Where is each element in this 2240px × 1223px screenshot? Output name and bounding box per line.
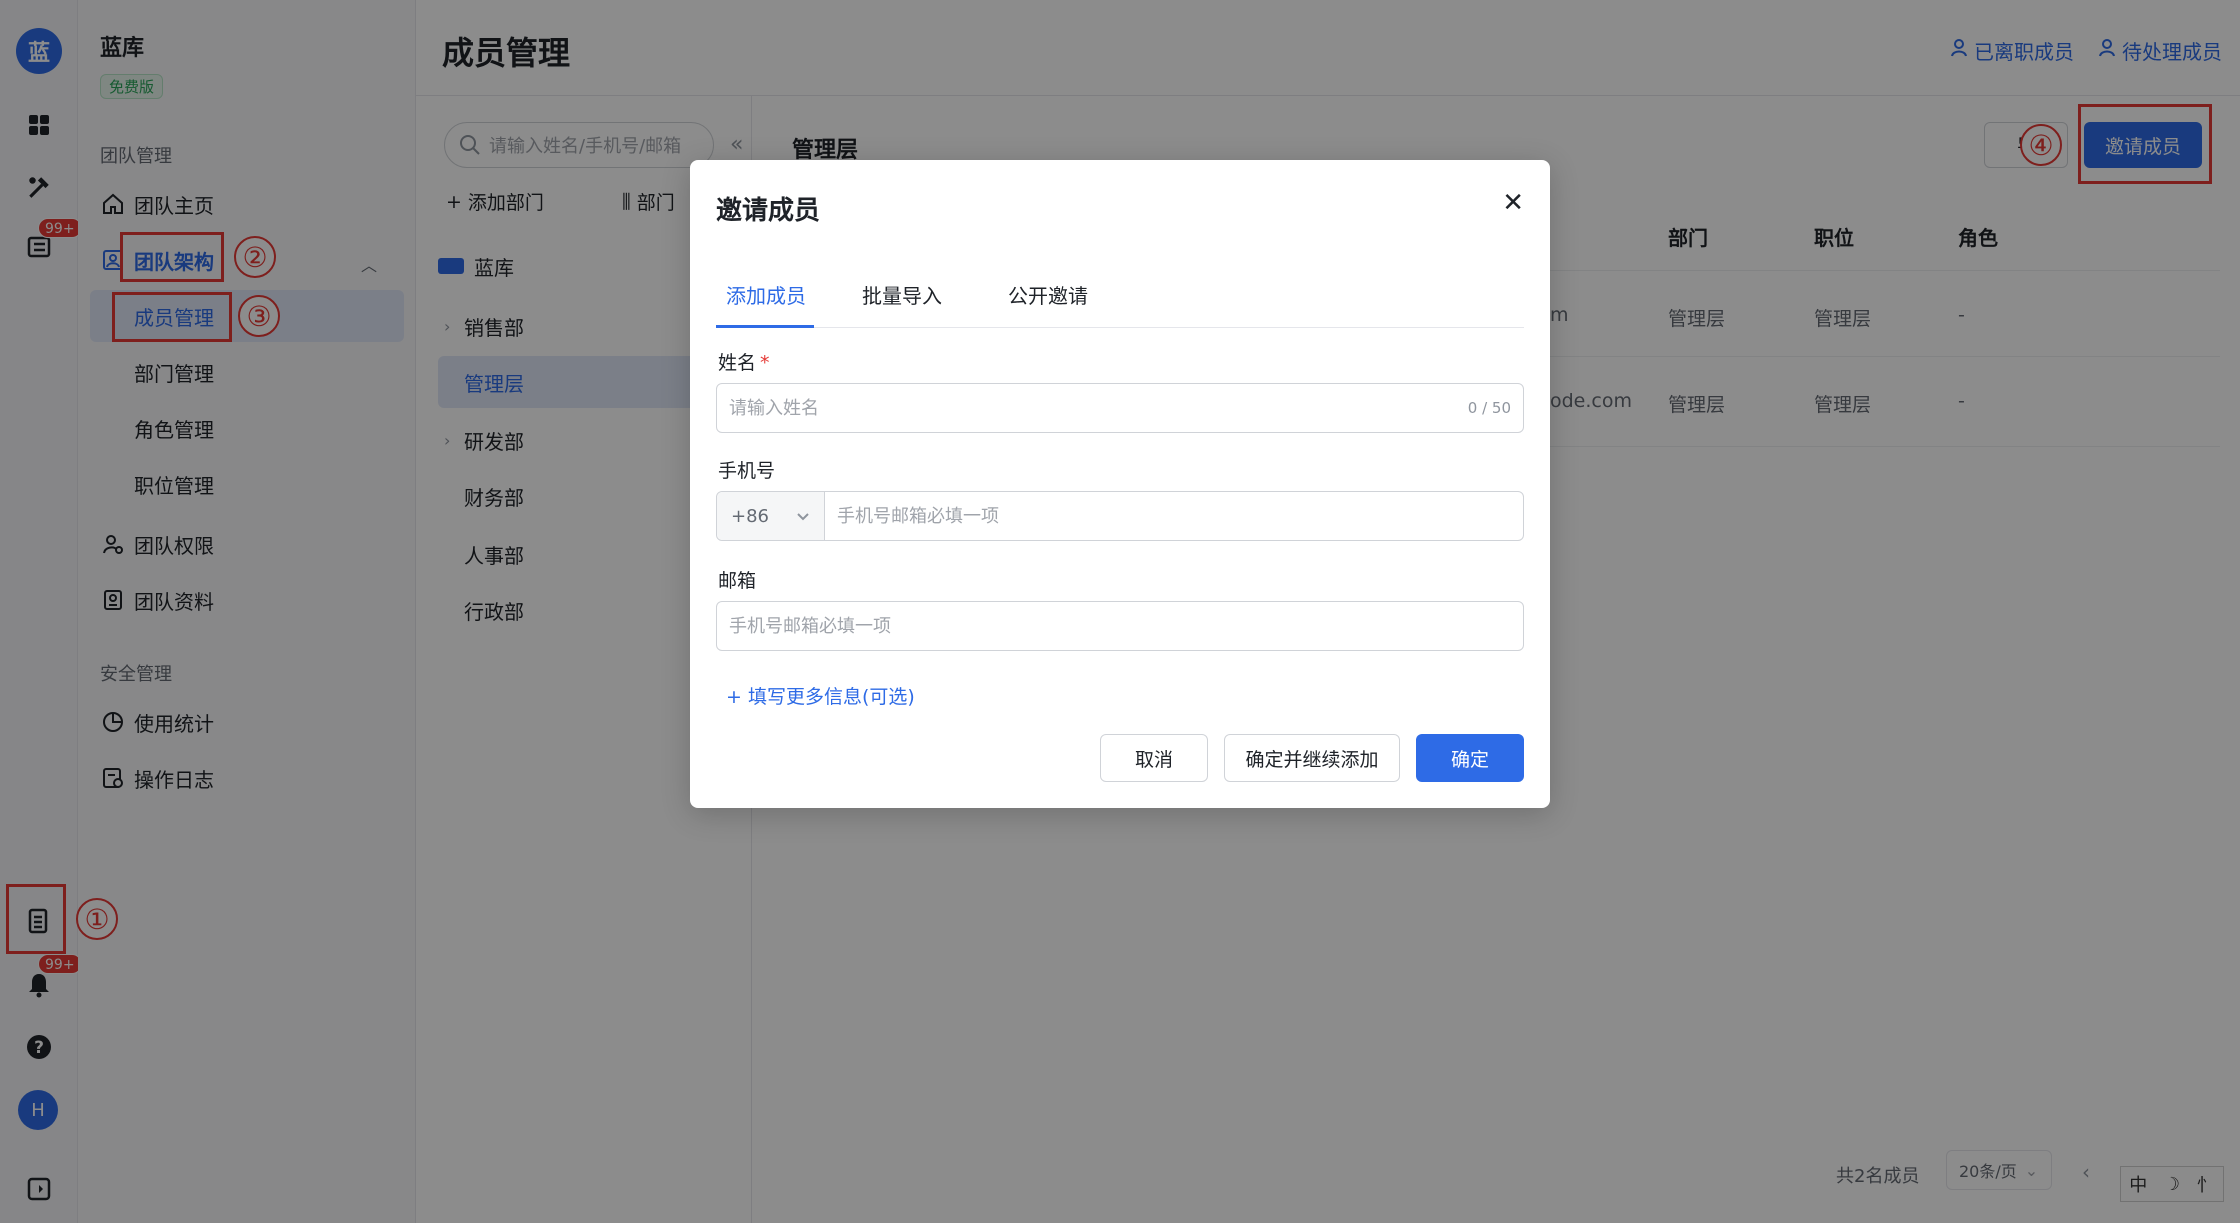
active-tab-indicator [716, 325, 814, 328]
phone-label: 手机号 [718, 460, 776, 482]
tab-batch-import[interactable]: 批量导入 [862, 280, 942, 309]
more-info-link[interactable]: + 填写更多信息(可选) [726, 682, 915, 709]
dialog-title: 邀请成员 [716, 196, 821, 226]
confirm-and-continue-button[interactable]: 确定并继续添加 [1224, 734, 1400, 782]
name-input[interactable] [717, 384, 1468, 432]
email-label: 邮箱 [718, 570, 757, 592]
tab-public-invite[interactable]: 公开邀请 [1008, 280, 1088, 309]
phone-input[interactable] [825, 492, 1523, 540]
required-mark: * [760, 352, 770, 374]
country-code-select[interactable]: +86 [717, 492, 825, 540]
name-field[interactable]: 0 / 50 [716, 383, 1524, 433]
chevron-down-icon [796, 506, 810, 527]
invite-member-dialog: 邀请成员 ✕ 添加成员 批量导入 公开邀请 姓名* 0 / 50 手机号 +86… [690, 160, 1550, 808]
tab-add-member[interactable]: 添加成员 [726, 280, 806, 309]
email-input[interactable] [717, 602, 1523, 650]
phone-field: +86 [716, 491, 1524, 541]
dialog-tabs: 添加成员 批量导入 公开邀请 [716, 260, 1524, 328]
name-counter: 0 / 50 [1467, 399, 1511, 417]
email-field[interactable] [716, 601, 1524, 651]
name-label: 姓名 * [718, 348, 770, 375]
country-code-value: +86 [731, 505, 769, 527]
cancel-button[interactable]: 取消 [1100, 734, 1208, 782]
confirm-button[interactable]: 确定 [1416, 734, 1524, 782]
close-icon[interactable]: ✕ [1502, 188, 1524, 218]
name-label-text: 姓名 [718, 352, 757, 374]
